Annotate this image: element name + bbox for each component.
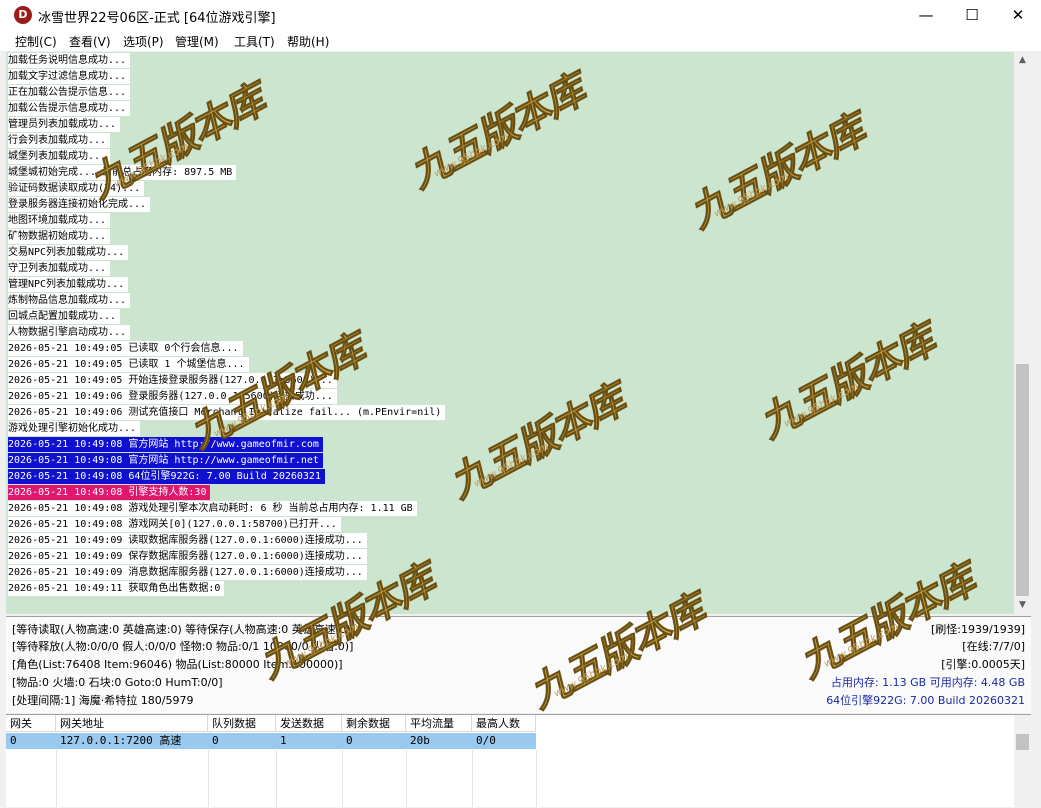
grid-cell: 0 xyxy=(10,734,17,747)
status-online: [在线:7/7/0] xyxy=(962,640,1025,653)
grid-divider xyxy=(56,750,57,807)
grid-scrollbar-thumb[interactable] xyxy=(1016,734,1029,750)
log-line: 2026-05-21 10:49:08 官方网站 http://www.game… xyxy=(8,437,323,452)
grid-cell: 0 xyxy=(346,734,353,747)
log-line: 游戏处理引擎初始化成功... xyxy=(8,421,141,436)
log-line: 管理NPC列表加载成功... xyxy=(8,277,129,292)
grid-header[interactable]: 发送数据 xyxy=(276,715,342,732)
grid-header[interactable]: 剩余数据 xyxy=(342,715,406,732)
grid-cell: 20b xyxy=(410,734,430,747)
log-line: 2026-05-21 10:49:05 开始连接登录服务器(127.0.0.1:… xyxy=(8,373,337,388)
close-button[interactable]: ✕ xyxy=(995,0,1041,31)
log-line: 地图环境加载成功... xyxy=(8,213,111,228)
log-line: 2026-05-21 10:49:09 消息数据库服务器(127.0.0.1:6… xyxy=(8,565,367,580)
log-line: 2026-05-21 10:49:09 读取数据库服务器(127.0.0.1:6… xyxy=(8,533,367,548)
menu-help[interactable]: 帮助(H) xyxy=(287,33,329,50)
log-line: 2026-05-21 10:49:05 已读取 1 个城堡信息... xyxy=(8,357,249,372)
log-line: 2026-05-21 10:49:06 测试充值接口 Merchant Init… xyxy=(8,405,446,420)
app-icon: D xyxy=(14,6,32,24)
status-item-counts: [物品:0 火墙:0 石块:0 Goto:0 HumT:0/0] xyxy=(12,676,223,689)
log-line: 2026-05-21 10:49:05 已读取 0个行会信息... xyxy=(8,341,243,356)
status-refresh: [刷怪:1939/1939] xyxy=(931,623,1025,636)
log-line: 人物数据引擎启动成功... xyxy=(8,325,131,340)
menu-tools[interactable]: 工具(T) xyxy=(234,33,275,50)
scroll-up-icon[interactable]: ▲ xyxy=(1014,52,1031,69)
log-line: 加载公告提示信息成功... xyxy=(8,101,131,116)
grid-divider xyxy=(208,750,209,807)
menu-options[interactable]: 选项(P) xyxy=(123,33,164,50)
grid-header[interactable]: 网关地址 xyxy=(56,715,208,732)
log-line: 回城点配置加载成功... xyxy=(8,309,121,324)
status-version: 64位引擎922G: 7.00 Build 20260321 xyxy=(826,694,1025,707)
status-save-queue: [等待读取(人物高速:0 英雄高速:0) 等待保存(人物高速:0 英雄高速:0)… xyxy=(12,623,356,636)
log-line: 守卫列表加载成功... xyxy=(8,261,111,276)
scroll-down-icon[interactable]: ▼ xyxy=(1014,597,1031,614)
menu-manage[interactable]: 管理(M) xyxy=(175,33,219,50)
log-line: 2026-05-21 10:49:08 64位引擎922G: 7.00 Buil… xyxy=(8,469,325,484)
grid-divider xyxy=(406,750,407,807)
table-row[interactable]: 0 127.0.0.1:7200 高速 0 1 0 20b 0/0 xyxy=(6,733,536,749)
grid-header[interactable]: 网关 xyxy=(6,715,56,732)
status-panel: [等待读取(人物高速:0 英雄高速:0) 等待保存(人物高速:0 英雄高速:0)… xyxy=(6,616,1031,713)
grid-cell: 1 xyxy=(280,734,287,747)
log-line: 2026-05-21 10:49:08 官方网站 http://www.game… xyxy=(8,453,323,468)
grid-scrollbar[interactable] xyxy=(1014,715,1031,807)
scrollbar-thumb[interactable] xyxy=(1016,364,1029,596)
log-line: 加载任务说明信息成功... xyxy=(8,53,131,68)
status-object-counts: [角色(List:76408 Item:96046) 物品(List:80000… xyxy=(12,658,343,671)
status-interval: [处理间隔:1] 海魔·希特拉 180/5979 xyxy=(12,694,194,707)
status-memory: 占用内存: 1.13 GB 可用内存: 4.48 GB xyxy=(830,676,1025,689)
log-line: 2026-05-21 10:49:11 获取角色出售数据:0 xyxy=(8,581,225,596)
grid-cell: 127.0.0.1:7200 高速 xyxy=(60,734,182,747)
log-line: 2026-05-21 10:49:06 登录服务器(127.0.0.1:5600… xyxy=(8,389,337,404)
log-line: 加载文字过滤信息成功... xyxy=(8,69,131,84)
log-line: 矿物数据初始成功... xyxy=(8,229,111,244)
log-line: 交易NPC列表加载成功... xyxy=(8,245,129,260)
log-line: 2026-05-21 10:49:09 保存数据库服务器(127.0.0.1:6… xyxy=(8,549,367,564)
grid-divider xyxy=(472,750,473,807)
title-bar: D 冰雪世界22号06区-正式 [64位游戏引擎] — ☐ ✕ xyxy=(0,0,1041,31)
log-line: 城堡城初始完成... 当前总占用内存: 897.5 MB xyxy=(8,165,237,180)
menu-control[interactable]: 控制(C) xyxy=(15,33,57,50)
grid-cell: 0/0 xyxy=(476,734,496,747)
status-release-queue: [等待释放(人物:0/0/0 假人:0/0/0 怪物:0 物品:0/1 1000… xyxy=(12,640,354,653)
grid-header[interactable]: 队列数据 xyxy=(208,715,276,732)
log-line: 登录服务器连接初始化完成... xyxy=(8,197,151,212)
minimize-button[interactable]: — xyxy=(903,0,949,31)
grid-header[interactable]: 平均流量 xyxy=(406,715,472,732)
menu-bar: 控制(C) 查看(V) 选项(P) 管理(M) 工具(T) 帮助(H) xyxy=(0,31,1041,51)
log-line: 2026-05-21 10:49:08 游戏处理引擎本次启动耗时: 6 秒 当前… xyxy=(8,501,417,516)
grid-divider xyxy=(276,750,277,807)
log-line: 正在加载公告提示信息... xyxy=(8,85,131,100)
gateway-grid: 网关 网关地址 队列数据 发送数据 剩余数据 平均流量 最高人数 0 127.0… xyxy=(6,714,1031,807)
grid-divider xyxy=(342,750,343,807)
log-line: 城堡列表加载成功... xyxy=(8,149,111,164)
log-line: 验证码数据读取成功(24)... xyxy=(8,181,145,196)
status-engine: [引擎:0.0005天] xyxy=(941,658,1025,671)
log-line: 管理员列表加载成功... xyxy=(8,117,121,132)
log-line: 行会列表加载成功... xyxy=(8,133,111,148)
log-line: 2026-05-21 10:49:08 引擎支持人数:30 xyxy=(8,485,211,500)
log-line: 2026-05-21 10:49:08 游戏网关[0](127.0.0.1:58… xyxy=(8,517,341,532)
menu-view[interactable]: 查看(V) xyxy=(69,33,111,50)
log-line: 炼制物品信息加载成功... xyxy=(8,293,131,308)
grid-divider xyxy=(536,750,537,807)
log-panel[interactable]: 加载任务说明信息成功... 加载文字过滤信息成功... 正在加载公告提示信息... 加… xyxy=(6,52,1014,614)
grid-header[interactable]: 最高人数 xyxy=(472,715,536,732)
window-title: 冰雪世界22号06区-正式 [64位游戏引擎] xyxy=(38,11,276,26)
maximize-button[interactable]: ☐ xyxy=(949,0,995,31)
log-scrollbar[interactable]: ▲ ▼ xyxy=(1014,52,1031,614)
grid-cell: 0 xyxy=(212,734,219,747)
